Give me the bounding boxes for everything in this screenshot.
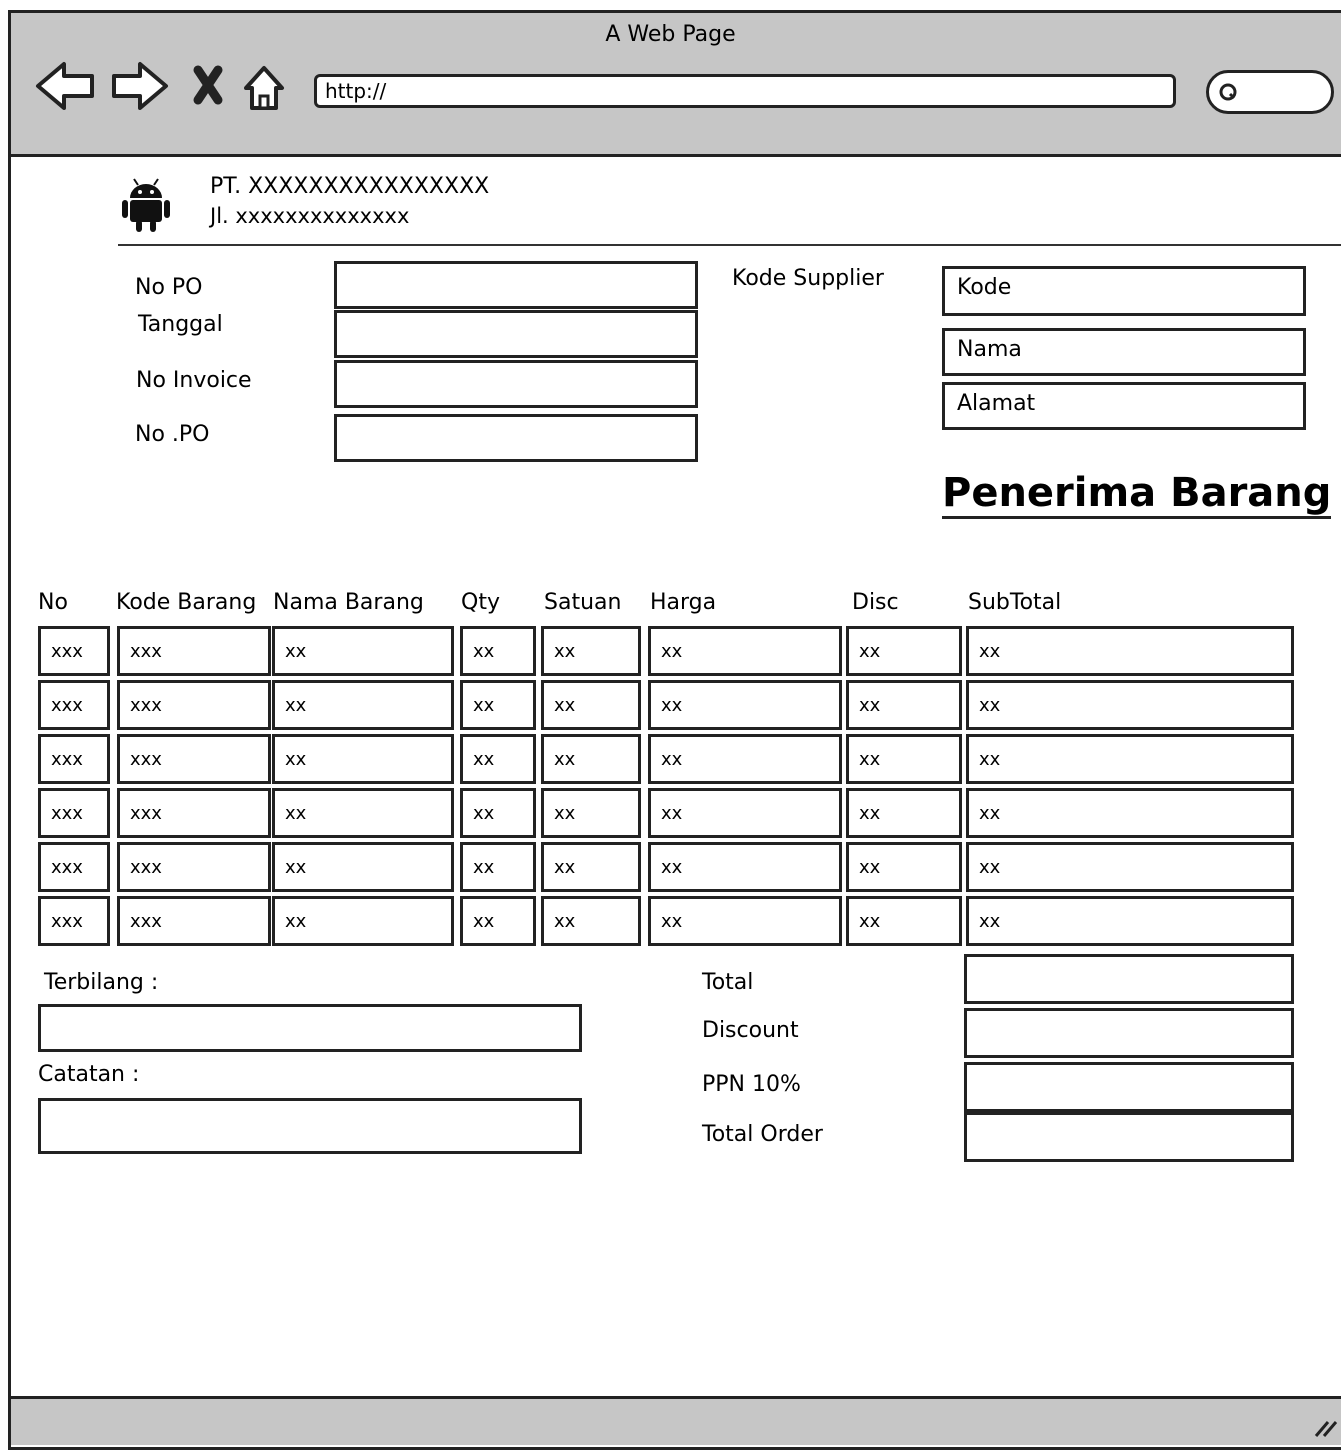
cell-disc[interactable]: xx	[846, 626, 962, 676]
cell-kode-barang[interactable]: xxx	[117, 680, 271, 730]
cell-nama-barang[interactable]: xx	[272, 680, 454, 730]
cell-harga[interactable]: xx	[648, 896, 842, 946]
cell-nama-barang[interactable]: xx	[272, 734, 454, 784]
cell-satuan[interactable]: xx	[541, 842, 641, 892]
cell-kode-barang[interactable]: xxx	[117, 842, 271, 892]
cell-subtotal[interactable]: xx	[966, 734, 1294, 784]
no-po2-label: No .PO	[135, 422, 210, 447]
cell-nama-barang[interactable]: xx	[272, 842, 454, 892]
ppn-field[interactable]	[964, 1062, 1294, 1112]
supplier-alamat-field[interactable]: Alamat	[942, 382, 1306, 430]
cell-no[interactable]: xxx	[38, 788, 110, 838]
stop-icon[interactable]	[193, 65, 223, 105]
cell-harga[interactable]: xx	[648, 842, 842, 892]
discount-field[interactable]	[964, 1008, 1294, 1058]
cell-disc[interactable]: xx	[846, 788, 962, 838]
col-header-subtotal: SubTotal	[968, 590, 1062, 615]
resize-grip-icon[interactable]	[1310, 1410, 1338, 1438]
total-label: Total	[702, 970, 754, 995]
cell-no[interactable]: xxx	[38, 626, 110, 676]
col-header-nama-barang: Nama Barang	[273, 590, 424, 615]
cell-no[interactable]: xxx	[38, 680, 110, 730]
total-order-label: Total Order	[702, 1122, 823, 1147]
cell-harga[interactable]: xx	[648, 734, 842, 784]
cell-nama-barang[interactable]: xx	[272, 788, 454, 838]
browser-search-field[interactable]	[1206, 70, 1334, 114]
cell-subtotal[interactable]: xx	[966, 626, 1294, 676]
catatan-label: Catatan :	[38, 1062, 140, 1087]
cell-no[interactable]: xxx	[38, 896, 110, 946]
cell-disc[interactable]: xx	[846, 842, 962, 892]
cell-qty[interactable]: xx	[460, 734, 536, 784]
android-logo-icon	[122, 178, 170, 232]
back-icon[interactable]	[36, 62, 94, 110]
cell-subtotal[interactable]: xx	[966, 842, 1294, 892]
cell-no[interactable]: xxx	[38, 734, 110, 784]
page-heading: Penerima Barang	[942, 470, 1332, 519]
supplier-nama-field[interactable]: Nama	[942, 328, 1306, 376]
cell-disc[interactable]: xx	[846, 734, 962, 784]
cell-harga[interactable]: xx	[648, 788, 842, 838]
cell-satuan[interactable]: xx	[541, 680, 641, 730]
cell-subtotal[interactable]: xx	[966, 788, 1294, 838]
company-address: Jl. xxxxxxxxxxxxxx	[210, 204, 410, 228]
catatan-field[interactable]	[38, 1098, 582, 1154]
cell-harga[interactable]: xx	[648, 680, 842, 730]
total-field[interactable]	[964, 954, 1294, 1004]
tanggal-field[interactable]	[334, 310, 698, 358]
cell-nama-barang[interactable]: xx	[272, 626, 454, 676]
url-field[interactable]: http://	[314, 74, 1176, 108]
cell-subtotal[interactable]: xx	[966, 680, 1294, 730]
col-header-harga: Harga	[650, 590, 717, 615]
cell-subtotal[interactable]: xx	[966, 896, 1294, 946]
kode-supplier-label: Kode Supplier	[732, 266, 884, 291]
cell-no[interactable]: xxx	[38, 842, 110, 892]
total-order-field[interactable]	[964, 1112, 1294, 1162]
tanggal-label: Tanggal	[138, 312, 223, 337]
search-icon	[1219, 83, 1237, 101]
cell-nama-barang[interactable]: xx	[272, 896, 454, 946]
cell-kode-barang[interactable]: xxx	[117, 626, 271, 676]
no-po2-field[interactable]	[334, 414, 698, 462]
status-bar	[11, 1396, 1341, 1445]
col-header-disc: Disc	[852, 590, 899, 615]
cell-satuan[interactable]: xx	[541, 896, 641, 946]
col-header-kode-barang: Kode Barang	[116, 590, 257, 615]
cell-disc[interactable]: xx	[846, 896, 962, 946]
no-invoice-label: No Invoice	[136, 368, 252, 393]
nav-controls	[36, 62, 284, 110]
col-header-qty: Qty	[461, 590, 500, 615]
no-po-label: No PO	[135, 275, 203, 300]
company-name: PT. XXXXXXXXXXXXXXXX	[210, 174, 490, 199]
ppn-label: PPN 10%	[702, 1072, 801, 1097]
cell-qty[interactable]: xx	[460, 896, 536, 946]
browser-window	[8, 10, 1341, 1450]
cell-disc[interactable]: xx	[846, 680, 962, 730]
no-invoice-field[interactable]	[334, 360, 698, 408]
cell-kode-barang[interactable]: xxx	[117, 734, 271, 784]
home-icon[interactable]	[244, 66, 284, 110]
discount-label: Discount	[702, 1018, 799, 1043]
cell-qty[interactable]: xx	[460, 680, 536, 730]
terbilang-label: Terbilang :	[44, 970, 159, 995]
cell-qty[interactable]: xx	[460, 626, 536, 676]
cell-kode-barang[interactable]: xxx	[117, 788, 271, 838]
cell-qty[interactable]: xx	[460, 788, 536, 838]
supplier-kode-field[interactable]: Kode	[942, 266, 1306, 316]
cell-satuan[interactable]: xx	[541, 626, 641, 676]
cell-kode-barang[interactable]: xxx	[117, 896, 271, 946]
no-po-field[interactable]	[334, 261, 698, 309]
col-header-satuan: Satuan	[544, 590, 622, 615]
terbilang-field[interactable]	[38, 1004, 582, 1052]
window-title: A Web Page	[605, 22, 736, 47]
cell-harga[interactable]: xx	[648, 626, 842, 676]
cell-qty[interactable]: xx	[460, 842, 536, 892]
cell-satuan[interactable]: xx	[541, 734, 641, 784]
col-header-no: No	[38, 590, 68, 615]
forward-icon[interactable]	[112, 62, 168, 110]
header-divider	[118, 244, 1341, 246]
cell-satuan[interactable]: xx	[541, 788, 641, 838]
